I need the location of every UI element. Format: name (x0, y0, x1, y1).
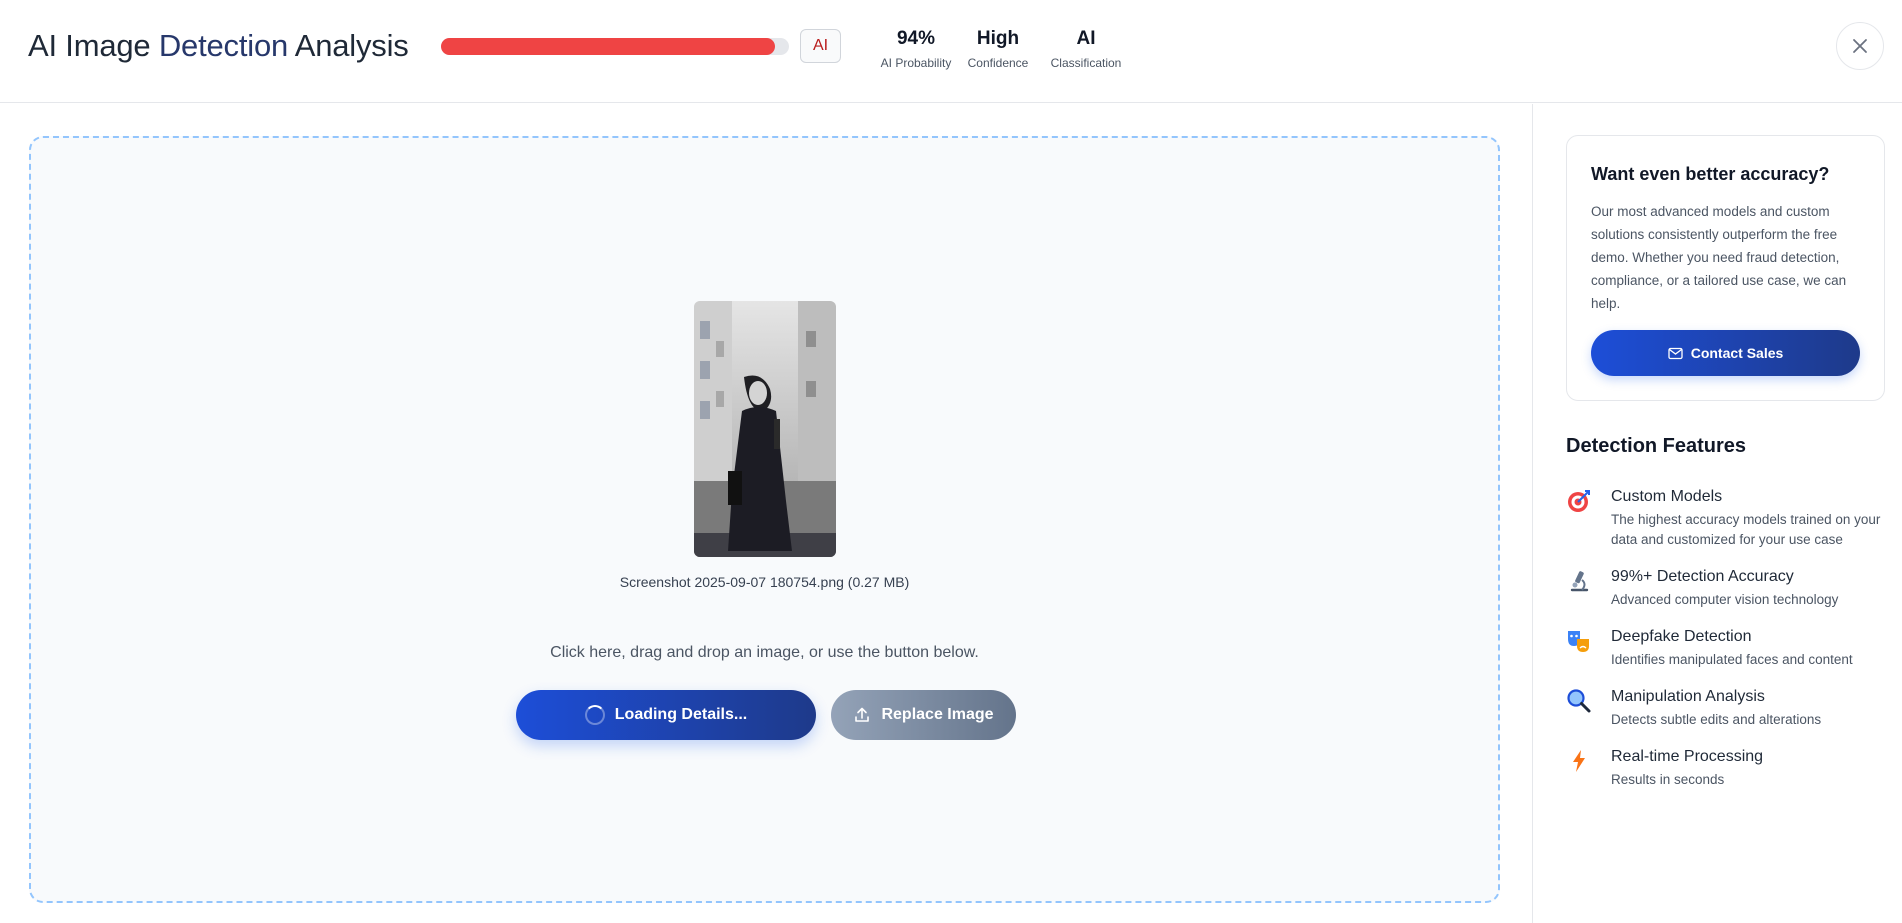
contact-sales-button[interactable]: Contact Sales (1591, 330, 1860, 376)
title-text-end: Analysis (288, 28, 409, 63)
image-dropzone[interactable]: Screenshot 2025-09-07 180754.png (0.27 M… (29, 136, 1500, 903)
stat-classification: AI Classification (1048, 28, 1124, 70)
upgrade-card-body: Our most advanced models and custom solu… (1591, 204, 1847, 311)
stat-label: Confidence (967, 56, 1029, 70)
feature-name: 99%+ Detection Accuracy (1611, 568, 1794, 585)
close-icon (1853, 39, 1867, 53)
feature-name: Deepfake Detection (1611, 628, 1752, 645)
ai-probability-bar-fill (441, 38, 776, 55)
main-area: Screenshot 2025-09-07 180754.png (0.27 M… (0, 104, 1532, 923)
features-heading: Detection Features (1566, 435, 1747, 457)
stat-label: Classification (1050, 56, 1122, 70)
replace-image-label: Replace Image (881, 706, 994, 723)
feature-desc: Results in seconds (1611, 772, 1725, 787)
stat-ai-probability: 94% AI Probability (872, 28, 960, 70)
feature-desc: Identifies manipulated faces and content (1611, 652, 1853, 667)
upgrade-card-title: Want even better accuracy? (1591, 164, 1830, 184)
feature-name: Manipulation Analysis (1611, 688, 1765, 705)
photo-woman-street (694, 301, 836, 557)
mail-icon (1668, 347, 1683, 359)
theater-masks-icon (1568, 631, 1589, 652)
spinner-icon (584, 705, 605, 725)
magnifier-icon (1567, 689, 1591, 713)
feature-desc: The highest accuracy models trained on y… (1611, 512, 1881, 547)
feature-desc: Detects subtle edits and alterations (1611, 712, 1822, 727)
feature-name: Real-time Processing (1611, 748, 1764, 765)
title-text: AI Image (28, 28, 159, 63)
upgrade-card: Want even better accuracy? Our most adva… (1566, 135, 1885, 401)
right-sidebar: Want even better accuracy? Our most adva… (1532, 104, 1902, 923)
loading-details-label: Loading Details... (614, 706, 748, 723)
target-icon (1568, 490, 1590, 512)
feature-name: Custom Models (1611, 488, 1723, 505)
contact-sales-label: Contact Sales (1690, 345, 1784, 361)
title-accent-text: Detection (158, 28, 289, 63)
ai-probability-bar (441, 38, 789, 55)
stat-value: High (976, 28, 1020, 49)
upload-hint: Click here, drag and drop an image, or u… (550, 644, 979, 661)
stat-confidence: High Confidence (966, 28, 1030, 70)
loading-details-button[interactable]: Loading Details... (516, 690, 816, 740)
top-bar: AI Image Detection Analysis AI 94% AI Pr… (0, 0, 1902, 103)
lightning-icon (1573, 750, 1585, 772)
upload-icon (855, 707, 870, 722)
stat-value: 94% (896, 28, 936, 49)
stat-label: AI Probability (880, 56, 952, 70)
uploaded-image-preview (694, 301, 836, 557)
page-title: AI Image Detection Analysis (28, 28, 409, 64)
stat-value: AI (1076, 28, 1096, 49)
close-button[interactable] (1836, 22, 1884, 70)
microscope-icon (1570, 571, 1589, 592)
feature-desc: Advanced computer vision technology (1611, 592, 1839, 607)
replace-image-button[interactable]: Replace Image (831, 690, 1016, 740)
file-name: Screenshot 2025-09-07 180754.png (0.27 M… (619, 574, 910, 590)
classification-badge: AI (800, 29, 841, 63)
